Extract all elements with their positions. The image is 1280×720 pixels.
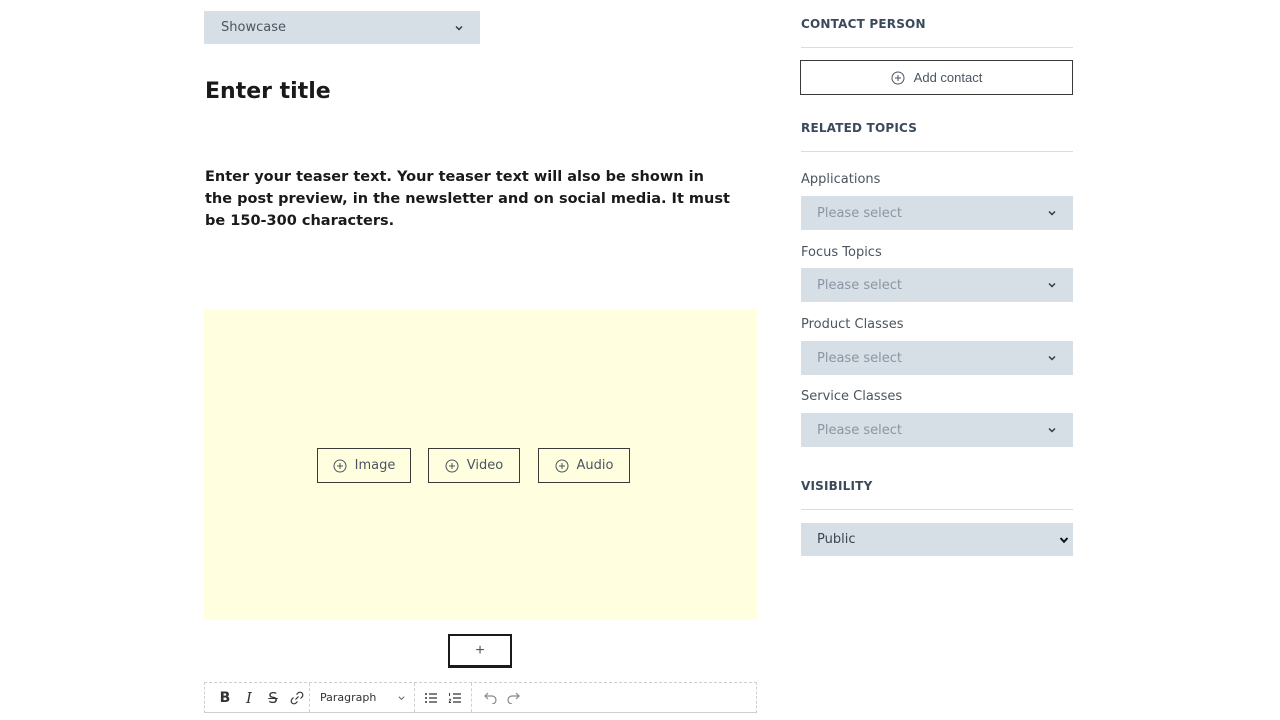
applications-value: Please select [817, 205, 902, 221]
chevron-down-icon [1059, 536, 1069, 543]
service-classes-value: Please select [817, 422, 902, 438]
product-classes-value: Please select [817, 350, 902, 366]
plus-circle-icon [891, 71, 905, 84]
focus-topics-label: Focus Topics [801, 245, 882, 260]
section-divider [801, 151, 1073, 152]
focus-topics-value: Please select [817, 277, 902, 293]
redo-icon [507, 692, 520, 704]
add-contact-button[interactable]: Add contact [800, 60, 1073, 95]
visibility-value: Public [817, 532, 856, 547]
link-button[interactable] [285, 683, 309, 712]
chevron-down-icon [398, 695, 405, 700]
service-classes-select[interactable]: Please select [801, 413, 1073, 447]
section-divider [801, 509, 1073, 510]
bold-button[interactable]: B [213, 683, 237, 712]
strikethrough-button[interactable]: S [261, 683, 285, 712]
paragraph-style-select[interactable]: Paragraph [310, 683, 414, 712]
related-topics-heading: RELATED TOPICS [801, 121, 918, 135]
numbered-list-icon [448, 692, 461, 703]
toolbar-divider [471, 683, 472, 712]
add-block-button[interactable]: + [448, 634, 512, 668]
chevron-down-icon [455, 25, 463, 30]
add-contact-label: Add contact [913, 70, 983, 85]
applications-select[interactable]: Please select [801, 196, 1073, 230]
chevron-down-icon [1048, 356, 1056, 361]
focus-topics-select[interactable]: Please select [801, 268, 1073, 302]
bulleted-list-button[interactable] [421, 683, 441, 712]
bulleted-list-icon [425, 692, 437, 703]
teaser-input[interactable]: Enter your teaser text. Your teaser text… [205, 166, 735, 232]
undo-icon [484, 692, 497, 704]
product-classes-select[interactable]: Please select [801, 341, 1073, 375]
service-classes-label: Service Classes [801, 389, 903, 404]
add-audio-button[interactable]: Audio [538, 448, 630, 483]
plus-circle-icon [333, 459, 347, 472]
add-audio-label: Audio [576, 458, 614, 473]
toolbar-divider [414, 683, 415, 712]
add-image-button[interactable]: Image [317, 448, 411, 483]
visibility-select[interactable]: Public [801, 523, 1073, 556]
paragraph-style-label: Paragraph [320, 691, 377, 704]
visibility-heading: VISIBILITY [801, 479, 873, 493]
product-classes-label: Product Classes [801, 317, 904, 332]
chevron-down-icon [1048, 428, 1056, 433]
post-type-select[interactable]: Showcase [204, 11, 480, 44]
plus-circle-icon [555, 459, 569, 472]
chevron-down-icon [1048, 211, 1056, 216]
numbered-list-button[interactable] [445, 683, 465, 712]
rich-text-toolbar: B I S Paragraph [204, 682, 757, 713]
link-icon [290, 691, 304, 704]
add-image-label: Image [354, 458, 396, 473]
add-video-button[interactable]: Video [428, 448, 520, 483]
plus-circle-icon [445, 459, 459, 472]
add-video-label: Video [466, 458, 504, 473]
chevron-down-icon [1048, 283, 1056, 288]
italic-button[interactable]: I [237, 683, 261, 712]
undo-button[interactable] [480, 683, 502, 712]
section-divider [801, 47, 1073, 48]
applications-label: Applications [801, 172, 881, 187]
post-type-value: Showcase [221, 20, 286, 35]
contact-person-heading: CONTACT PERSON [801, 17, 926, 31]
redo-button[interactable] [502, 683, 524, 712]
title-input[interactable]: Enter title [205, 79, 331, 104]
